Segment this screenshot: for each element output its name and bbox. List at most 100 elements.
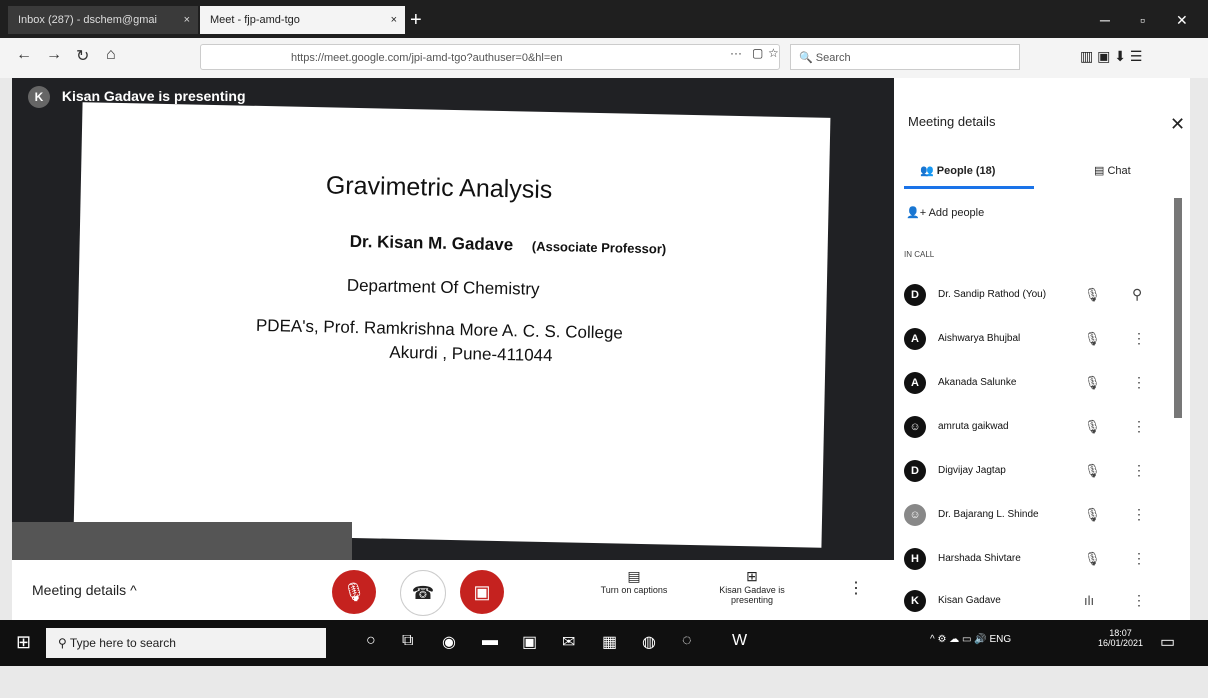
close-window-icon[interactable]: ✕ [1176,6,1188,34]
chat-icon: ▤ [1094,165,1108,177]
new-tab-button[interactable]: + [410,6,422,34]
people-tab-label: People (18) [936,165,996,177]
more-options-icon[interactable]: ⋮ [1132,462,1146,479]
photos-icon[interactable]: ▦ [602,632,617,652]
task-view-icon[interactable]: ⧉ [402,632,413,650]
notifications-icon[interactable]: ▭ [1160,632,1175,652]
more-options-icon[interactable]: ⋮ [1132,330,1146,347]
more-options-icon[interactable]: ⋮ [1132,418,1146,435]
more-options-icon[interactable]: ⋮ [1132,374,1146,391]
whatsapp-icon[interactable]: ◌ [682,632,692,650]
taskbar-search-placeholder: Type here to search [69,636,176,650]
meeting-details-panel: Meeting details ✕ 👥 People (18) ▤ Chat 👤… [894,78,1190,620]
list-item[interactable]: A Aishwarya Bhujbal 🎙 ⋮ [904,328,1164,354]
participant-name: Harshada Shivtare [938,553,1021,564]
navigation-bar: ← → ↻ ⌂ https://meet.google.com/jpi-amd-… [0,38,1208,78]
participant-name: Dr. Sandip Rathod (You) [938,289,1047,300]
avatar-photo: ☺ [904,416,926,438]
address-bar[interactable]: https://meet.google.com/jpi-amd-tgo?auth… [200,44,780,70]
url-text: https://meet.google.com/jpi-amd-tgo?auth… [291,52,563,64]
add-people-button[interactable]: 👤+ Add people [906,206,984,219]
search-input[interactable]: 🔍 Search [790,44,1020,70]
tab-gmail[interactable]: Inbox (287) - dschem@gmai × [8,6,198,34]
list-item[interactable]: D Dr. Sandip Rathod (You) 🎙 ⚲ [904,284,1164,310]
toolbar-icons[interactable]: ▥ ▣ ⬇ ☰ [1080,48,1142,65]
forward-icon[interactable]: → [46,46,62,64]
tab-label: Meet - fjp-amd-tgo [210,14,300,26]
windows-start-icon[interactable]: ⊞ [16,632,31,653]
camera-off-button[interactable]: ▣ [460,570,504,614]
close-icon[interactable]: ✕ [1170,114,1185,135]
firefox-icon[interactable]: ◍ [642,632,656,652]
leave-call-button[interactable]: ☎ [400,570,446,616]
captions-icon: ▤ [627,568,641,584]
search-placeholder: Search [815,52,851,64]
mail-icon[interactable]: ✉ [562,632,575,652]
system-tray[interactable]: ^ ⚙ ☁ ▭ 🔊 ENG [930,634,1011,645]
pin-icon[interactable]: ⚲ [1132,286,1142,303]
store-icon[interactable]: ▣ [522,632,537,652]
mic-off-button[interactable]: 🎙 [332,570,376,614]
minimize-icon[interactable]: ─ [1100,6,1110,34]
more-options-icon[interactable]: ⋮ [848,578,864,598]
more-options-icon[interactable]: ⋮ [1132,592,1146,609]
captions-label: Turn on captions [600,585,668,595]
more-options-icon[interactable]: ⋮ [1132,506,1146,523]
avatar: A [904,372,926,394]
tab-meet[interactable]: Meet - fjp-amd-tgo × [200,6,405,34]
language-indicator[interactable]: ENG [989,634,1011,645]
add-person-icon: 👤+ [906,207,929,219]
bookmark-star-icon[interactable]: ☆ [768,46,779,60]
list-item[interactable]: A Akanada Salunke 🎙 ⋮ [904,372,1164,398]
chrome-icon[interactable]: ◉ [442,632,456,652]
meeting-details-button[interactable]: Meeting details ^ [32,582,137,598]
present-icon: ⊞ [746,568,758,584]
page-actions-icon[interactable]: ··· [730,46,742,60]
maximize-icon[interactable]: ▫ [1140,6,1145,34]
avatar-photo: ☺ [904,504,926,526]
file-explorer-icon[interactable]: ▬ [482,632,498,650]
presenting-button[interactable]: ⊞ Kisan Gadave is presenting [712,568,792,605]
avatar: K [28,86,50,108]
list-item[interactable]: ☺ amruta gaikwad 🎙 ⋮ [904,416,1164,442]
mic-off-icon: 🎙 [1084,419,1101,434]
search-icon: ⚲ [58,636,70,650]
tray-icons[interactable]: ^ ⚙ ☁ ▭ 🔊 [930,634,989,645]
pocket-icon[interactable]: ▢ [752,46,763,60]
tab-people[interactable]: 👥 People (18) [920,164,995,177]
mic-off-icon: 🎙 [1084,331,1101,346]
chat-tab-label: Chat [1107,165,1131,177]
author-role: (Associate Professor) [531,238,667,257]
mic-off-icon: 🎙 [1084,463,1101,478]
search-icon: 🔍 [799,52,813,64]
more-options-icon[interactable]: ⋮ [1132,550,1146,567]
slide-department: Department Of Chemistry [346,275,540,299]
list-item[interactable]: ☺ Dr. Bajarang L. Shinde 🎙 ⋮ [904,504,1164,530]
back-icon[interactable]: ← [16,46,32,64]
word-icon[interactable]: W [732,632,747,650]
reload-icon[interactable]: ↻ [76,46,89,66]
captions-button[interactable]: ▤ Turn on captions [584,568,684,595]
participant-name: Akanada Salunke [938,377,1017,388]
list-item[interactable]: D Digvijay Jagtap 🎙 ⋮ [904,460,1164,486]
slide-title: Gravimetric Analysis [325,171,553,205]
home-icon[interactable]: ⌂ [106,46,116,64]
slide-address: Akurdi , Pune-411044 [389,342,553,366]
taskbar-clock[interactable]: 18:07 16/01/2021 [1098,628,1143,648]
list-item[interactable]: H Harshada Shivtare 🎙 ⋮ [904,548,1164,574]
clock-date: 16/01/2021 [1098,638,1144,648]
cortana-icon[interactable]: ○ [366,632,376,650]
list-item[interactable]: K Kisan Gadave ılı ⋮ [904,590,1164,616]
close-icon[interactable]: × [391,6,397,34]
avatar: D [904,284,926,306]
shared-slide: Gravimetric Analysis Dr. Kisan M. Gadave… [73,102,831,548]
participant-thumbnails[interactable] [12,522,352,560]
taskbar-search-input[interactable]: ⚲ Type here to search [46,628,326,658]
meet-stage: K Kisan Gadave is presenting Gravimetric… [12,78,894,620]
participant-name: Aishwarya Bhujbal [938,333,1021,344]
meeting-details-label: Meeting details [32,582,127,598]
scrollbar[interactable] [1174,198,1182,418]
tab-chat[interactable]: ▤ Chat [1094,164,1131,177]
in-call-header: IN CALL [904,250,935,259]
close-icon[interactable]: × [184,6,190,34]
